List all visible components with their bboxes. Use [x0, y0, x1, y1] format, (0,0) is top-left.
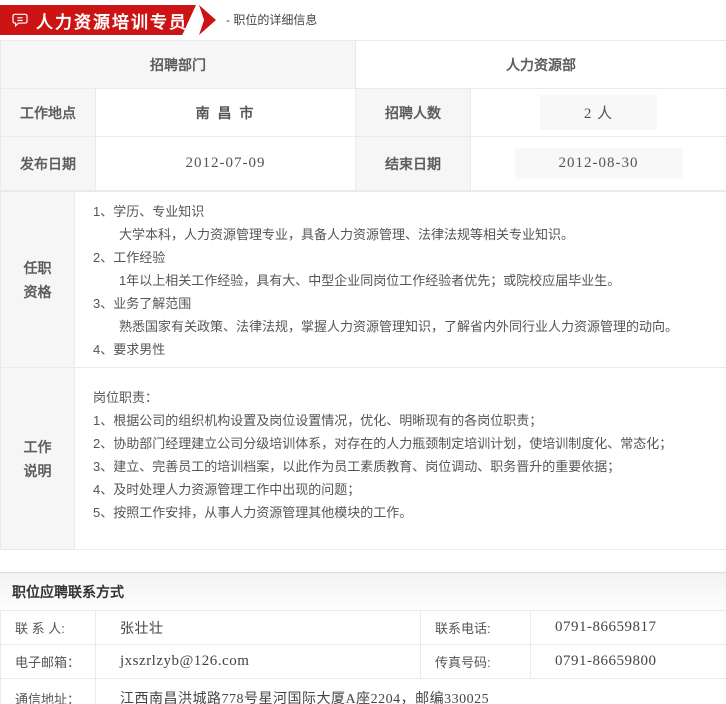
table-row: 招聘部门 人力资源部 — [1, 41, 726, 89]
value-publish-date: 2012-07-09 — [96, 137, 356, 191]
qualification-line: 3、业务了解范围 — [93, 292, 716, 315]
job-description-content: 岗位职责： 1、根据公司的组织机构设置及岗位设置情况，优化、明晰现有的各岗位职责… — [75, 368, 726, 550]
label-qualifications-line1: 任职 — [2, 256, 73, 280]
label-contact-email: 电子邮箱： — [1, 645, 96, 679]
label-contact-person: 联 系 人: — [1, 611, 96, 645]
table-row: 工作 说明 岗位职责： 1、根据公司的组织机构设置及岗位设置情况，优化、明晰现有… — [1, 368, 726, 550]
table-row: 通信地址： 江西南昌洪城路778号星河国际大厦A座2204，邮编330025 — [1, 679, 726, 704]
job-detail-table: 任职 资格 1、学历、专业知识 大学本科，人力资源管理专业，具备人力资源管理、法… — [0, 191, 726, 550]
qualification-line: 1年以上相关工作经验，具有大、中型企业同岗位工作经验者优先；或院校应届毕业生。 — [93, 269, 716, 292]
table-row: 任职 资格 1、学历、专业知识 大学本科，人力资源管理专业，具备人力资源管理、法… — [1, 192, 726, 368]
value-contact-fax: 0791-86659800 — [531, 645, 726, 679]
description-line: 2、协助部门经理建立公司分级培训体系，对存在的人力瓶颈制定培训计划，使培训制度化… — [93, 432, 716, 455]
label-job-description: 工作 说明 — [1, 368, 75, 550]
value-end-date: 2012-08-30 — [515, 148, 683, 179]
qualification-line: 熟悉国家有关政策、法律法规，掌握人力资源管理知识，了解省内外同行业人力资源管理的… — [93, 315, 716, 338]
description-line: 岗位职责： — [93, 386, 716, 409]
description-line: 3、建立、完善员工的培训档案，以此作为员工素质教育、岗位调动、职务晋升的重要依据… — [93, 455, 716, 478]
value-contact-email: jxszrlzyb@126.com — [96, 645, 421, 679]
label-contact-fax: 传真号码: — [421, 645, 531, 679]
qualification-line: 1、学历、专业知识 — [93, 200, 716, 223]
value-headcount-cell: 2 人 — [471, 89, 726, 137]
label-end-date: 结束日期 — [356, 137, 471, 191]
ribbon-arrow-icon — [199, 5, 216, 35]
value-recruit-dept: 人力资源部 — [356, 41, 726, 89]
value-headcount: 2 人 — [540, 95, 657, 130]
table-row: 电子邮箱： jxszrlzyb@126.com 传真号码: 0791-86659… — [1, 645, 726, 679]
qualification-line: 4、要求男性 — [93, 338, 716, 361]
job-info-table: 招聘部门 人力资源部 工作地点 南 昌 市 招聘人数 2 人 发布日期 2012… — [0, 40, 726, 191]
label-qualifications-line2: 资格 — [2, 280, 73, 304]
label-work-location: 工作地点 — [1, 89, 96, 137]
label-contact-address: 通信地址： — [1, 679, 96, 704]
value-end-date-cell: 2012-08-30 — [471, 137, 726, 191]
description-line: 1、根据公司的组织机构设置及岗位设置情况，优化、明晰现有的各岗位职责； — [93, 409, 716, 432]
value-work-location: 南 昌 市 — [96, 89, 356, 137]
job-title-ribbon: 人力资源培训专员 — [0, 5, 196, 35]
qualifications-content: 1、学历、专业知识 大学本科，人力资源管理专业，具备人力资源管理、法律法规等相关… — [75, 192, 726, 368]
speech-bubble-icon — [12, 13, 28, 27]
table-row: 发布日期 2012-07-09 结束日期 2012-08-30 — [1, 137, 726, 191]
label-job-description-line1: 工作 — [2, 435, 73, 459]
qualification-line: 大学本科，人力资源管理专业，具备人力资源管理、法律法规等相关专业知识。 — [93, 223, 716, 246]
label-contact-phone: 联系电话: — [421, 611, 531, 645]
description-line: 5、按照工作安排，从事人力资源管理其他模块的工作。 — [93, 501, 716, 524]
value-contact-address: 江西南昌洪城路778号星河国际大厦A座2204，邮编330025 — [96, 679, 726, 704]
section-divider — [0, 550, 726, 572]
page-title: 人力资源培训专员 — [36, 8, 188, 33]
description-line: 4、及时处理人力资源管理工作中出现的问题； — [93, 478, 716, 501]
label-job-description-line2: 说明 — [2, 459, 73, 483]
contact-table: 联 系 人: 张壮壮 联系电话: 0791-86659817 电子邮箱： jxs… — [0, 610, 726, 704]
table-row: 工作地点 南 昌 市 招聘人数 2 人 — [1, 89, 726, 137]
job-detail-page: 人力资源培训专员 - 职位的详细信息 招聘部门 人力资源部 工作地点 南 昌 市… — [0, 0, 726, 704]
contact-section-title: 职位应聘联系方式 — [0, 572, 726, 610]
qualification-line: 2、工作经验 — [93, 246, 716, 269]
page-subtitle: - 职位的详细信息 — [226, 5, 317, 35]
value-contact-person: 张壮壮 — [96, 611, 421, 645]
label-publish-date: 发布日期 — [1, 137, 96, 191]
label-qualifications: 任职 资格 — [1, 192, 75, 368]
label-headcount: 招聘人数 — [356, 89, 471, 137]
label-recruit-dept: 招聘部门 — [1, 41, 356, 89]
value-contact-phone: 0791-86659817 — [531, 611, 726, 645]
page-header: 人力资源培训专员 - 职位的详细信息 — [0, 0, 726, 40]
table-row: 联 系 人: 张壮壮 联系电话: 0791-86659817 — [1, 611, 726, 645]
